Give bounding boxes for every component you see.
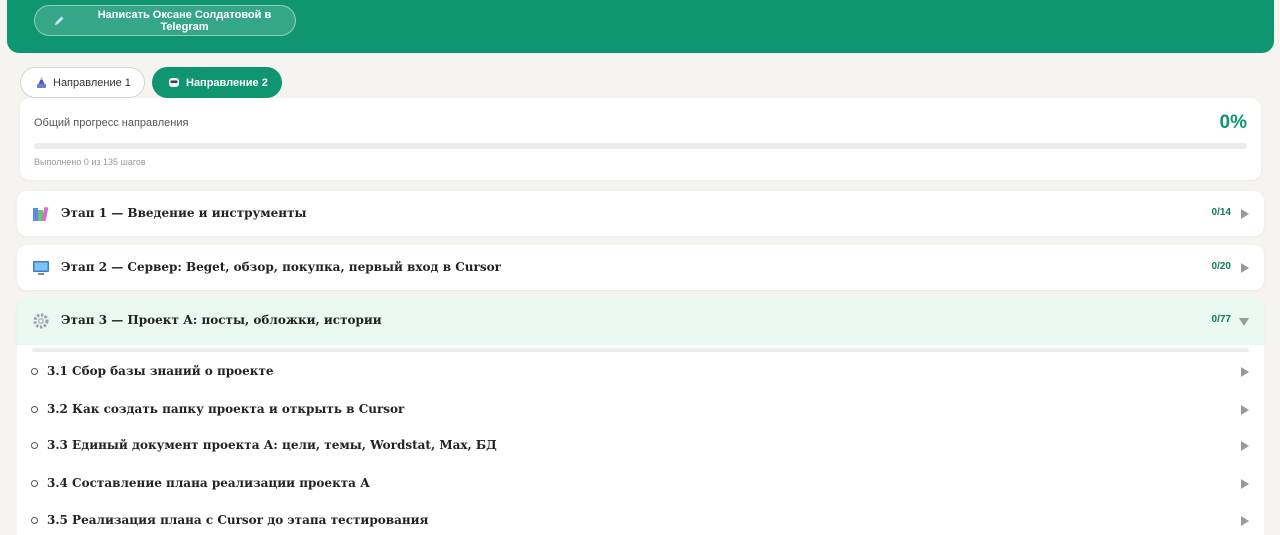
progress-bar (34, 143, 1247, 149)
telegram-contact-label: Написать Оксане Солдатовой в Telegram (97, 8, 272, 33)
mask-icon (169, 78, 179, 87)
stage-3-progress-bar (32, 348, 1249, 352)
chevron-down-icon (1239, 318, 1249, 326)
stage-1-title: Этап 1 — Введение и инструменты (61, 206, 307, 220)
monitor-icon (33, 261, 49, 275)
chevron-right-icon (1241, 209, 1249, 219)
substep-3-1[interactable]: 3.1 Сбор базы знаний о проекте (17, 355, 1264, 385)
books-icon (33, 206, 49, 222)
progress-subtext: Выполнено 0 из 135 шагов (34, 157, 146, 167)
pen-icon (55, 16, 64, 25)
stage-2-count: 0/20 (1211, 261, 1231, 272)
circle-icon (31, 406, 38, 413)
chevron-right-icon (1241, 367, 1249, 377)
circle-icon (31, 442, 38, 449)
stage-1[interactable]: Этап 1 — Введение и инструменты 0/14 (17, 191, 1264, 236)
substep-3-2[interactable]: 3.2 Как создать папку проекта и открыть … (17, 393, 1264, 423)
chevron-right-icon (1241, 441, 1249, 451)
chevron-right-icon (1241, 405, 1249, 415)
stage-2-title: Этап 2 — Сервер: Beget, обзор, покупка, … (61, 260, 501, 274)
tab-direction-2-label: Направление 2 (186, 76, 268, 89)
gear-icon (33, 313, 49, 329)
header-bar: Написать Оксане Солдатовой в Telegram (7, 0, 1274, 53)
direction-progress-card: Общий прогресс направления 0% Выполнено … (20, 98, 1261, 180)
substep-label: 3.2 Как создать папку проекта и открыть … (47, 402, 405, 416)
stage-2[interactable]: Этап 2 — Сервер: Beget, обзор, покупка, … (17, 245, 1264, 290)
stage-3-title: Этап 3 — Проект А: посты, обложки, истор… (61, 313, 382, 327)
circle-icon (31, 368, 38, 375)
substep-label: 3.4 Составление плана реализации проекта… (47, 476, 370, 490)
chevron-right-icon (1241, 479, 1249, 489)
substep-3-3[interactable]: 3.3 Единый документ проекта А: цели, тем… (17, 429, 1264, 459)
tab-direction-2[interactable]: Направление 2 (152, 67, 282, 98)
stage-1-count: 0/14 (1211, 207, 1231, 218)
stage-3-substeps: 3.1 Сбор базы знаний о проекте 3.2 Как с… (17, 345, 1264, 535)
stage-3[interactable]: Этап 3 — Проект А: посты, обложки, истор… (17, 298, 1264, 345)
substep-label: 3.3 Единый документ проекта А: цели, тем… (47, 438, 497, 452)
telegram-contact-button[interactable]: Написать Оксане Солдатовой в Telegram (34, 5, 296, 36)
direction-tabs: Направление 1 Направление 2 (20, 67, 282, 98)
mage-icon (37, 76, 46, 88)
progress-percent: 0% (1219, 112, 1247, 133)
substep-3-4[interactable]: 3.4 Составление плана реализации проекта… (17, 467, 1264, 497)
tab-direction-1-label: Направление 1 (53, 76, 131, 89)
circle-icon (31, 517, 38, 524)
substep-label: 3.1 Сбор базы знаний о проекте (47, 364, 274, 378)
tab-direction-1[interactable]: Направление 1 (20, 67, 145, 98)
stage-3-count: 0/77 (1211, 314, 1231, 325)
substep-3-5[interactable]: 3.5 Реализация плана с Cursor до этапа т… (17, 504, 1264, 534)
progress-label: Общий прогресс направления (34, 117, 189, 129)
chevron-right-icon (1241, 263, 1249, 273)
circle-icon (31, 480, 38, 487)
